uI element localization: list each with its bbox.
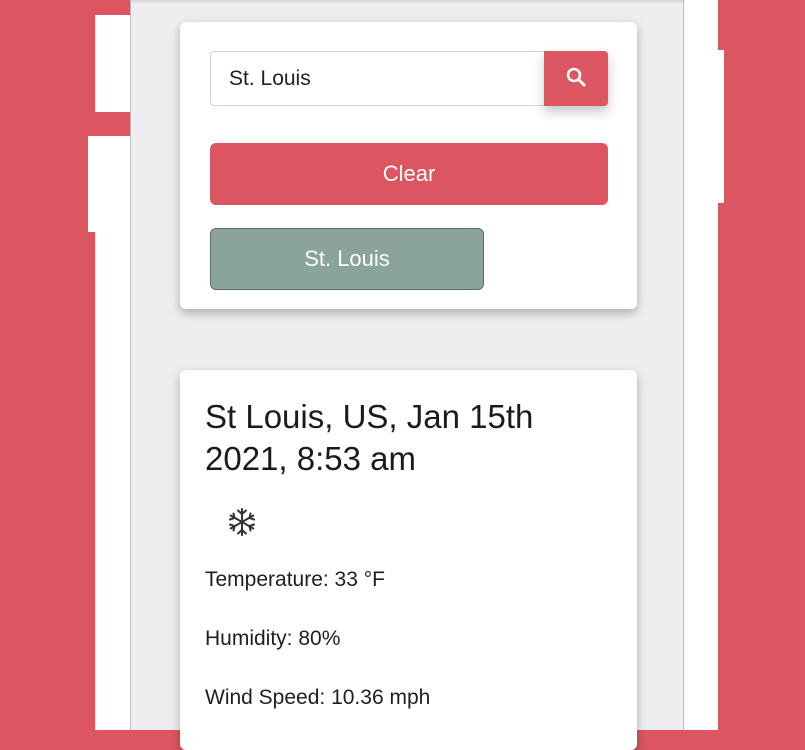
frame-fragment bbox=[95, 15, 130, 112]
weather-card: St Louis, US, Jan 15th 2021, 8:53 am Tem… bbox=[180, 370, 637, 750]
clear-button[interactable]: Clear bbox=[210, 143, 608, 205]
frame-fragment bbox=[95, 232, 130, 392]
search-icon bbox=[566, 67, 586, 90]
search-bar bbox=[210, 51, 608, 106]
app-panel: Clear St. Louis St Louis, US, Jan 15th 2… bbox=[130, 0, 684, 750]
search-input[interactable] bbox=[210, 51, 546, 106]
search-button[interactable] bbox=[544, 51, 608, 106]
snowflake-icon bbox=[227, 507, 257, 537]
frame-fragment bbox=[684, 50, 724, 203]
humidity-text: Humidity: 80% bbox=[205, 627, 341, 650]
temperature-text: Temperature: 33 °F bbox=[205, 568, 385, 591]
weather-title: St Louis, US, Jan 15th 2021, 8:53 am bbox=[205, 398, 534, 477]
frame-fragment bbox=[88, 136, 130, 232]
header-shadow bbox=[131, 0, 683, 4]
frame-fragment bbox=[95, 392, 130, 730]
frame-fragment bbox=[684, 0, 718, 50]
wind-speed-text: Wind Speed: 10.36 mph bbox=[205, 686, 431, 709]
frame-fragment bbox=[684, 203, 718, 730]
history-city-button[interactable]: St. Louis bbox=[210, 228, 484, 290]
search-card: Clear St. Louis bbox=[180, 22, 637, 309]
